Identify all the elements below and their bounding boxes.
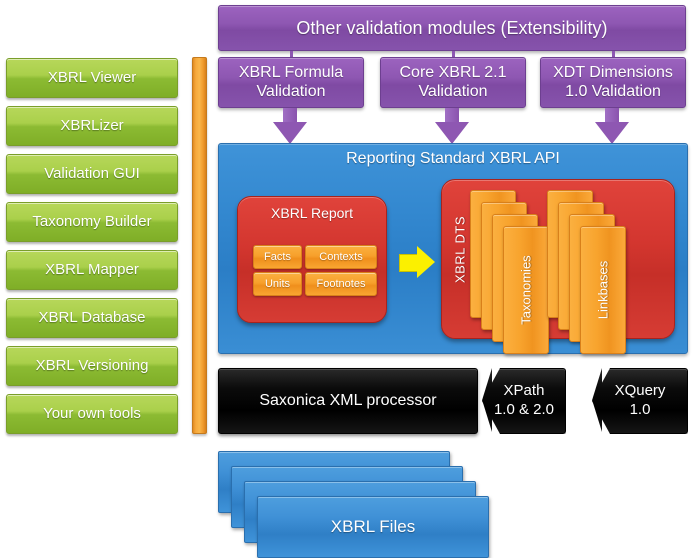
linkbases-label: Linkbases bbox=[595, 260, 611, 320]
tool-button-validation-gui[interactable]: Validation GUI bbox=[6, 154, 178, 194]
tool-label: XBRLizer bbox=[60, 117, 124, 135]
validation-module-line2: 1.0 Validation bbox=[565, 82, 661, 100]
xquery-line1: XQuery bbox=[614, 382, 666, 400]
chip-label: Facts bbox=[264, 251, 291, 263]
validation-module-xdt-dimensions: XDT Dimensions 1.0 Validation bbox=[540, 57, 686, 108]
xbrl-files-label: XBRL Files bbox=[330, 517, 416, 536]
chip-label: Contexts bbox=[319, 251, 363, 263]
tool-label: Taxonomy Builder bbox=[32, 213, 152, 231]
xbrl-report-title: XBRL Report bbox=[271, 205, 353, 221]
tool-button-xbrlizer[interactable]: XBRLizer bbox=[6, 106, 178, 146]
linkbases-stack-layer-1: Linkbases bbox=[580, 226, 626, 354]
validation-module-line1: XDT Dimensions bbox=[553, 64, 673, 82]
tool-button-xbrl-viewer[interactable]: XBRL Viewer bbox=[6, 58, 178, 98]
chip-footnotes: Footnotes bbox=[305, 272, 377, 296]
down-arrow-icon-3 bbox=[595, 108, 629, 144]
validation-module-line2: Validation bbox=[256, 82, 326, 100]
chip-label: Footnotes bbox=[316, 278, 366, 290]
validation-module-xbrl-formula: XBRL Formula Validation bbox=[218, 57, 364, 108]
chip-facts: Facts bbox=[253, 245, 302, 269]
diagram-canvas: XBRL Viewer XBRLizer Validation GUI Taxo… bbox=[0, 0, 700, 558]
chip-label: Units bbox=[264, 278, 291, 290]
validation-module-core-xbrl: Core XBRL 2.1 Validation bbox=[380, 57, 526, 108]
yellow-right-arrow-icon bbox=[399, 246, 435, 278]
other-validation-modules-label: Other validation modules (Extensibility) bbox=[296, 17, 608, 38]
validation-module-line1: XBRL Formula bbox=[238, 64, 344, 82]
xpath-line2: 1.0 & 2.0 bbox=[493, 401, 555, 418]
tool-button-your-own-tools[interactable]: Your own tools bbox=[6, 394, 178, 434]
tool-button-xbrl-versioning[interactable]: XBRL Versioning bbox=[6, 346, 178, 386]
tool-label: Your own tools bbox=[43, 405, 141, 423]
saxonica-label: Saxonica XML processor bbox=[259, 392, 437, 409]
xquery-box: XQuery 1.0 bbox=[592, 368, 688, 434]
down-arrow-icon-1 bbox=[273, 108, 307, 144]
xpath-line1: XPath bbox=[503, 382, 545, 400]
tool-label: XBRL Versioning bbox=[35, 357, 149, 375]
tool-label: XBRL Viewer bbox=[47, 69, 137, 87]
tool-button-xbrl-database[interactable]: XBRL Database bbox=[6, 298, 178, 338]
other-validation-modules-box: Other validation modules (Extensibility) bbox=[218, 5, 686, 51]
tool-button-taxonomy-builder[interactable]: Taxonomy Builder bbox=[6, 202, 178, 242]
validation-module-line2: Validation bbox=[418, 82, 488, 100]
tool-label: Validation GUI bbox=[44, 165, 140, 183]
xpath-box: XPath 1.0 & 2.0 bbox=[482, 368, 566, 434]
xbrl-files-layer-1: XBRL Files bbox=[257, 496, 489, 558]
taxonomies-label: Taxonomies bbox=[518, 255, 534, 325]
tool-label: XBRL Mapper bbox=[45, 261, 139, 279]
tool-button-xbrl-mapper[interactable]: XBRL Mapper bbox=[6, 250, 178, 290]
chip-units: Units bbox=[253, 272, 302, 296]
xbrl-dts-label: XBRL DTS bbox=[452, 215, 468, 284]
orange-vertical-bar bbox=[192, 57, 207, 434]
saxonica-xml-processor-box: Saxonica XML processor bbox=[218, 368, 478, 434]
down-arrow-icon-2 bbox=[435, 108, 469, 144]
tool-label: XBRL Database bbox=[38, 309, 146, 327]
validation-module-line1: Core XBRL 2.1 bbox=[399, 64, 507, 82]
xquery-line2: 1.0 bbox=[629, 401, 651, 418]
chip-contexts: Contexts bbox=[305, 245, 377, 269]
api-panel-title: Reporting Standard XBRL API bbox=[346, 150, 560, 167]
taxonomies-stack-layer-1: Taxonomies bbox=[503, 226, 549, 354]
